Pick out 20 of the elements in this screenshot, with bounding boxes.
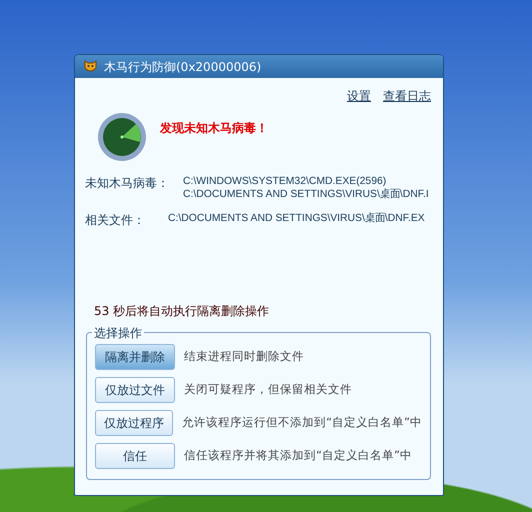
action-description: 信任该程序并将其添加到“自定义白名单”中 [184,447,412,464]
action-button[interactable]: 隔离并删除 [95,344,175,370]
detail-label: 未知木马病毒： [85,175,170,192]
window-title: 木马行为防御(0x20000006) [104,58,262,76]
countdown-text: 53 秒后将自动执行隔离删除操作 [93,303,270,320]
detail-label: 相关文件： [85,212,146,229]
link[interactable]: 设置 [347,87,371,105]
file-path: C:\DOCUMENTS AND SETTINGS\VIRUS\桌面\DNF.I [183,188,429,201]
link[interactable]: 查看日志 [383,87,431,105]
file-path: C:\WINDOWS\SYSTEM32\CMD.EXE(2596) [183,175,388,188]
action-description: 允许该程序运行但不添加到“自定义白名单”中 [182,414,422,432]
file-path: C:\DOCUMENTS AND SETTINGS\VIRUS\桌面\DNF.EX [168,212,425,225]
group-legend: 选择操作 [92,324,144,342]
alert-message: 发现未知木马病毒！ [160,120,268,137]
action-description: 关闭可疑程序，但保留相关文件 [184,381,352,398]
action-button[interactable]: 信任 [95,443,175,469]
radar-icon [96,112,148,162]
action-description: 结束进程同时删除文件 [184,348,304,366]
action-button[interactable]: 仅放过文件 [95,377,175,403]
action-button[interactable]: 仅放过程序 [95,410,174,436]
